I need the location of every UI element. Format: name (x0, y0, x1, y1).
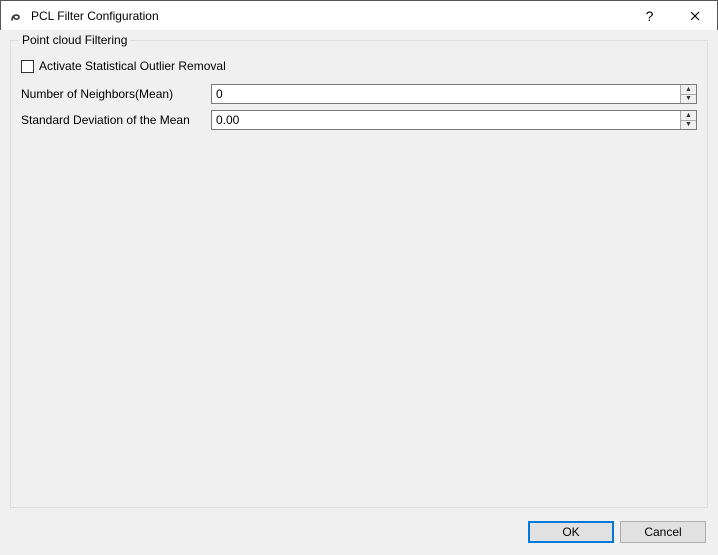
neighbors-row: Number of Neighbors(Mean) ▲ ▼ (21, 83, 697, 105)
stddev-step-up[interactable]: ▲ (681, 111, 696, 121)
window-title: PCL Filter Configuration (31, 9, 627, 23)
dialog-buttons: OK Cancel (528, 521, 706, 543)
neighbors-step-down[interactable]: ▼ (681, 95, 696, 104)
activate-outlier-checkbox-row[interactable]: Activate Statistical Outlier Removal (21, 59, 697, 73)
app-icon (9, 8, 25, 24)
stddev-step-down[interactable]: ▼ (681, 121, 696, 130)
stddev-input[interactable] (212, 111, 680, 129)
neighbors-label: Number of Neighbors(Mean) (21, 87, 211, 101)
neighbors-stepper: ▲ ▼ (680, 85, 696, 103)
titlebar: PCL Filter Configuration ? (1, 1, 717, 31)
neighbors-input[interactable] (212, 85, 680, 103)
ok-button[interactable]: OK (528, 521, 614, 543)
activate-outlier-checkbox[interactable] (21, 60, 34, 73)
neighbors-spinbox[interactable]: ▲ ▼ (211, 84, 697, 104)
filtering-groupbox: Point cloud Filtering Activate Statistic… (10, 40, 708, 508)
dialog-content: Point cloud Filtering Activate Statistic… (0, 30, 718, 555)
stddev-stepper: ▲ ▼ (680, 111, 696, 129)
stddev-row: Standard Deviation of the Mean ▲ ▼ (21, 109, 697, 131)
stddev-label: Standard Deviation of the Mean (21, 113, 211, 127)
help-button[interactable]: ? (627, 1, 672, 31)
close-button[interactable] (672, 1, 717, 31)
activate-outlier-label[interactable]: Activate Statistical Outlier Removal (39, 59, 226, 73)
cancel-button[interactable]: Cancel (620, 521, 706, 543)
stddev-spinbox[interactable]: ▲ ▼ (211, 110, 697, 130)
neighbors-step-up[interactable]: ▲ (681, 85, 696, 95)
groupbox-title: Point cloud Filtering (19, 33, 130, 47)
